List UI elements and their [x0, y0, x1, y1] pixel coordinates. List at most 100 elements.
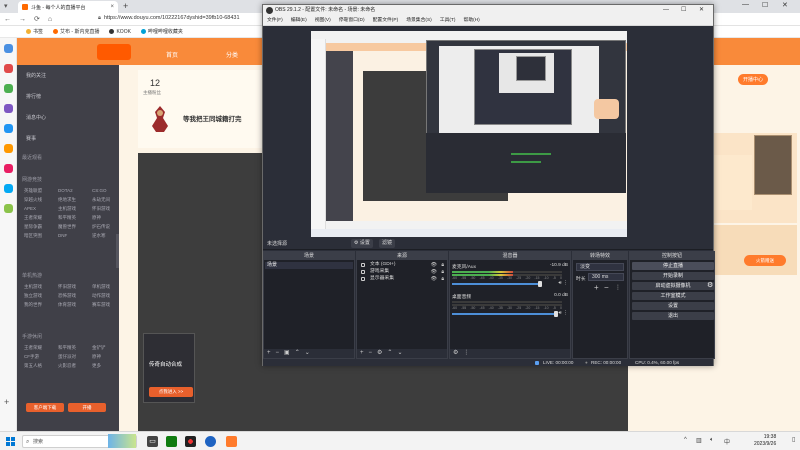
go-live-button[interactable]: 开播	[68, 403, 106, 412]
category-link[interactable]: 王者荣耀	[24, 215, 58, 221]
edge-icon[interactable]	[205, 436, 216, 447]
clock[interactable]: 19:38 2023/9/26	[754, 434, 776, 448]
xbox-icon[interactable]	[166, 436, 177, 447]
studio-mode-button[interactable]: 工作室模式	[632, 292, 714, 300]
sidebar-section-online[interactable]: 网游竞技	[22, 176, 42, 183]
menu-help[interactable]: 帮助(H)	[464, 16, 480, 25]
category-link[interactable]: 绝地求生	[58, 197, 92, 203]
menu-tools[interactable]: 工具(T)	[440, 16, 456, 25]
mute-icon[interactable]: 🔊︎ ⋮	[558, 280, 568, 286]
lock-icon[interactable]: 🔒︎	[441, 262, 444, 268]
source-filters-button[interactable]: 滤镜	[379, 239, 396, 248]
mixer-menu-icon[interactable]: ⋮	[463, 349, 469, 358]
slider-knob[interactable]	[554, 311, 558, 317]
search-highlight-image[interactable]	[108, 434, 136, 448]
category-link[interactable]: 穿越火线	[24, 197, 58, 203]
category-link[interactable]: APEX	[24, 206, 58, 212]
volume-slider[interactable]	[452, 281, 542, 287]
virtual-camera-settings-icon[interactable]: ⚙	[707, 281, 713, 289]
download-client-button[interactable]: 客户端下载	[26, 403, 64, 412]
virtual-camera-button[interactable]: 启动虚拟摄像机	[632, 282, 714, 290]
category-link[interactable]: 第五人格	[24, 363, 58, 369]
network-icon[interactable]: ▥	[696, 437, 702, 444]
url-field[interactable]: 🔒︎ https://www.douyu.com/10222167dyshid=3…	[98, 15, 240, 22]
volume-icon[interactable]: 🔈︎	[710, 437, 714, 444]
refresh-icon[interactable]: ⟳	[34, 15, 40, 23]
tab-close-icon[interactable]: ×	[110, 4, 114, 10]
menu-profile[interactable]: 配置文件(P)	[373, 16, 399, 25]
app-icon[interactable]	[4, 184, 13, 193]
category-link[interactable]: CF手游	[24, 354, 58, 360]
exit-button[interactable]: 退出	[632, 312, 714, 320]
right-thumbnail[interactable]	[754, 135, 792, 195]
ad-button[interactable]: 点我进入 >>	[149, 387, 193, 397]
move-down-icon[interactable]: ⌄	[305, 349, 310, 358]
new-tab-button[interactable]: +	[123, 1, 128, 11]
ime-indicator[interactable]: 中	[724, 437, 730, 446]
douyu-app-icon[interactable]	[226, 436, 237, 447]
move-up-icon[interactable]: ⌃	[295, 349, 300, 358]
obs-close-button[interactable]: ✕	[699, 5, 704, 16]
category-link[interactable]: 蛋仔派对	[58, 354, 92, 360]
category-link[interactable]: 恐怖游戏	[58, 293, 92, 299]
shopping-icon[interactable]	[4, 64, 13, 73]
category-link[interactable]: 我的世界	[24, 302, 58, 308]
back-icon[interactable]: ←	[4, 16, 11, 23]
category-link[interactable]: 星际争霸	[24, 224, 58, 230]
category-link[interactable]: DOTA2	[58, 188, 92, 194]
home-icon[interactable]: ⌂	[48, 16, 52, 23]
remove-source-icon[interactable]: −	[369, 349, 373, 358]
source-item-game[interactable]: 游戏采集 👁︎ 🔒︎	[358, 269, 446, 275]
category-link[interactable]: 主机游戏	[24, 284, 58, 290]
remove-scene-icon[interactable]: −	[276, 349, 280, 358]
app-icon[interactable]	[4, 164, 13, 173]
menu-docks[interactable]: 停靠窗口(D)	[339, 16, 365, 25]
bookmark-item[interactable]: 书签	[26, 28, 43, 35]
category-link[interactable]: 火影忍者	[58, 363, 92, 369]
menu-file[interactable]: 文件(F)	[267, 16, 283, 25]
menu-view[interactable]: 视图(V)	[315, 16, 331, 25]
category-link[interactable]: 王者荣耀	[24, 345, 58, 351]
tools-icon[interactable]	[4, 84, 13, 93]
source-settings-button[interactable]: ⚙ 设置	[351, 239, 373, 248]
volume-slider[interactable]	[452, 311, 558, 317]
preview-canvas[interactable]	[311, 31, 627, 238]
visibility-icon[interactable]: 👁︎	[431, 276, 437, 282]
task-view-icon[interactable]: ▭	[147, 436, 158, 447]
add-icon[interactable]: +	[4, 398, 13, 407]
move-up-icon[interactable]: ⌃	[387, 349, 392, 358]
close-window-button[interactable]: ✕	[782, 1, 788, 9]
menu-edit[interactable]: 编辑(E)	[291, 16, 307, 25]
app-icon[interactable]	[4, 204, 13, 213]
games-icon[interactable]	[4, 104, 13, 113]
mixer-settings-icon[interactable]: ⚙	[453, 349, 458, 358]
obs-icon[interactable]	[185, 436, 196, 447]
tray-chevron-icon[interactable]: ^	[684, 437, 687, 443]
transition-menu-icon[interactable]: ⋮	[615, 284, 621, 291]
outlook-icon[interactable]	[4, 144, 13, 153]
obs-maximize-button[interactable]: ☐	[681, 5, 686, 16]
slider-knob[interactable]	[538, 281, 542, 287]
office-icon[interactable]	[4, 124, 13, 133]
creator-center-button[interactable]: 开播中心	[738, 74, 769, 85]
transition-select[interactable]: 淡变	[576, 263, 624, 271]
category-link[interactable]: DNF	[58, 233, 92, 239]
search-icon[interactable]	[4, 44, 13, 53]
browser-tab-active[interactable]: 斗鱼 - 每个人的直播平台 ×	[18, 1, 118, 13]
minimize-button[interactable]: —	[742, 1, 749, 8]
start-recording-button[interactable]: 开始录制	[632, 272, 714, 280]
settings-button[interactable]: 设置	[632, 302, 714, 310]
anchor-avatar[interactable]	[149, 104, 171, 134]
source-item-text[interactable]: 文本 (GDI+) 👁︎ 🔒︎	[358, 262, 446, 268]
nav-home[interactable]: 首页	[166, 50, 178, 59]
remove-transition-icon[interactable]: −	[604, 283, 609, 292]
sidebar-item-events[interactable]: 赛事	[26, 135, 36, 142]
obs-minimize-button[interactable]: —	[663, 5, 669, 16]
move-down-icon[interactable]: ⌄	[397, 349, 402, 358]
duration-input[interactable]: 300 ms	[588, 273, 624, 281]
sidebar-item-rank[interactable]: 排行榜	[26, 93, 41, 100]
category-link[interactable]: 怀旧游戏	[58, 284, 92, 290]
nav-category[interactable]: 分类	[226, 50, 238, 59]
category-link[interactable]: 和平精英	[58, 345, 92, 351]
add-scene-icon[interactable]: +	[267, 349, 271, 358]
